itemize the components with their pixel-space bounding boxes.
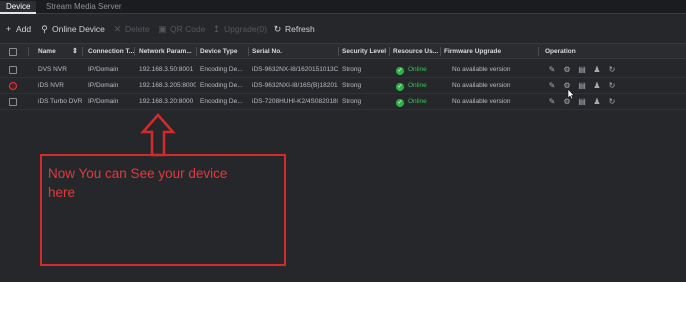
check-circle-icon: ✓ [396,99,404,107]
user-icon[interactable]: ♟ [592,81,602,91]
status-text: Online [408,98,427,105]
qr-code-button[interactable]: ▣ QR Code [158,20,205,38]
column-divider [82,47,83,56]
refresh-icon[interactable]: ↻ [607,81,617,91]
tab-device[interactable]: Device [0,1,36,14]
upgrade-button[interactable]: ↥ Upgrade(0) [212,20,267,38]
table-row[interactable]: iDS Turbo DVR IP/Domain 192.168.3.20:800… [0,94,686,110]
refresh-button[interactable]: ↻ Refresh [273,20,315,38]
column-divider [538,47,539,56]
refresh-icon[interactable]: ↻ [607,97,617,107]
firmware-upgrade-status: No available version [452,82,511,89]
device-name: DVS NVR [38,66,67,73]
row-checkbox[interactable] [9,66,17,74]
edit-icon[interactable]: ✎ [547,97,557,107]
remote-config-icon[interactable]: ▤ [577,97,587,107]
toolbar: + Add ⚲ Online Device ✕ Delete ▣ QR Code ↥ Up… [0,20,686,38]
column-header-resource-usage[interactable]: Resource Us... [393,44,439,60]
column-header-firmware-upgrade[interactable]: Firmware Upgrade [444,44,534,60]
tab-stream-media-server[interactable]: Stream Media Server [40,1,128,14]
upgrade-label: Upgrade(0) [224,24,267,34]
device-type: Encoding De... [200,66,243,73]
row-checkbox[interactable] [9,98,17,106]
column-header-security-level[interactable]: Security Level [342,44,388,60]
remote-config-icon[interactable]: ▤ [577,65,587,75]
annotation-callout: Now You can See your device here [40,154,286,266]
table-row[interactable]: iDS NVR IP/Domain 192.168.3.205:8000 Enc… [0,78,686,94]
delete-label: Delete [125,24,150,34]
column-header-connection-type[interactable]: Connection T... [88,44,136,60]
delete-button[interactable]: ✕ Delete [113,20,150,38]
network-parameters: 192.168.3.205:8000 [139,82,196,89]
network-parameters: 192.168.3.20:8000 [139,98,194,105]
firmware-upgrade-status: No available version [452,66,511,73]
column-header-serial-no[interactable]: Serial No. [252,44,334,60]
qr-code-label: QR Code [170,24,206,34]
device-type: Encoding De... [200,98,243,105]
security-level: Strong [342,98,362,105]
device-name: iDS NVR [38,82,65,89]
add-label: Add [16,24,32,34]
column-divider [389,47,390,56]
device-name: iDS Turbo DVR [38,98,83,105]
status-badge: ✓ Online [396,94,440,110]
search-icon: ⚲ [41,24,48,34]
user-icon[interactable]: ♟ [592,97,602,107]
edit-icon[interactable]: ✎ [547,81,557,91]
mouse-pointer-icon [567,88,575,100]
column-header-device-type[interactable]: Device Type [200,44,246,60]
column-divider [248,47,249,56]
column-divider [440,47,441,56]
edit-icon[interactable]: ✎ [547,65,557,75]
serial-number: iDS-7208HUHI-K2/4S0820180... [252,98,338,105]
security-level: Strong [342,82,362,89]
online-device-button[interactable]: ⚲ Online Device [40,20,105,38]
column-divider [134,47,135,56]
refresh-icon[interactable]: ↻ [607,65,617,75]
sort-icon[interactable]: ⇕ [72,44,80,60]
close-icon: ✕ [113,24,122,34]
add-button[interactable]: + Add [4,20,31,38]
remote-config-icon[interactable]: ▤ [577,81,587,91]
firmware-upgrade-status: No available version [452,98,511,105]
online-device-label: Online Device [52,24,105,34]
column-divider [196,47,197,56]
column-divider [28,47,29,56]
connection-type: IP/Domain [88,82,119,89]
row-checkbox[interactable] [9,82,17,90]
qr-code-icon: ▣ [158,24,167,34]
status-text: Online [408,66,427,73]
table-row[interactable]: DVS NVR IP/Domain 192.168.3.50:8001 Enco… [0,62,686,78]
security-level: Strong [342,66,362,73]
device-table-header: Name ⇕ Connection T... Network Param... … [0,43,686,59]
column-header-operation[interactable]: Operation [545,44,605,60]
select-all-checkbox[interactable] [9,48,17,56]
bottom-margin [0,282,686,310]
annotation-arrow-icon [140,113,176,157]
status-badge: ✓ Online [396,62,440,78]
upgrade-icon: ↥ [212,24,221,34]
connection-type: IP/Domain [88,66,119,73]
user-icon[interactable]: ♟ [592,65,602,75]
check-circle-icon: ✓ [396,67,404,75]
status-text: Online [408,82,427,89]
refresh-label: Refresh [285,24,315,34]
annotation-text: Now You can See your device here [48,166,228,200]
tab-bar: Device Stream Media Server [0,0,686,14]
serial-number: iDS-9632NXI-I8/16S(B)18201... [252,82,338,89]
column-header-network-parameters[interactable]: Network Param... [139,44,195,60]
refresh-icon: ↻ [273,24,282,34]
settings-icon[interactable]: ⚙ [562,65,572,75]
serial-number: iDS-9632NX-I8/1620151013CCR... [252,66,338,73]
device-management-window: Device Stream Media Server + Add ⚲ Online … [0,0,686,310]
network-parameters: 192.168.3.50:8001 [139,66,194,73]
device-type: Encoding De... [200,82,243,89]
connection-type: IP/Domain [88,98,119,105]
status-badge: ✓ Online [396,78,440,94]
check-circle-icon: ✓ [396,83,404,91]
column-divider [338,47,339,56]
plus-icon: + [5,24,12,34]
column-header-name[interactable]: Name [38,44,74,60]
